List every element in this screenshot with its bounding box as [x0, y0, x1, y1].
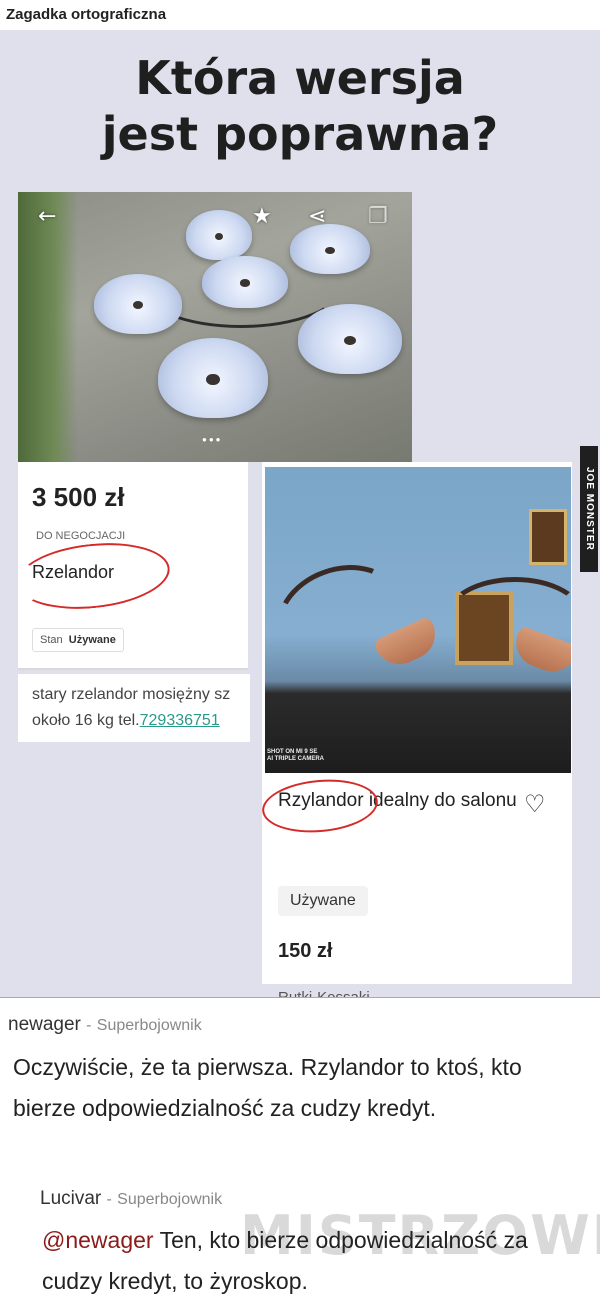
desc-line2-prefix: około 16 kg tel. [32, 712, 140, 729]
meme-title-line1: Która wersja [135, 51, 465, 105]
listing1-description: stary rzelandor mosiężny sz około 16 kg … [18, 674, 250, 742]
comment-rank: Superbojownik [96, 1017, 202, 1034]
comment-rank-separator: - [86, 1017, 92, 1034]
comment-author-line: newager - Superbojownik [8, 1014, 202, 1036]
share-icon[interactable]: ⋖ [308, 204, 326, 229]
section-title: Zagadka ortograficzna [6, 6, 167, 23]
divider [0, 997, 600, 998]
meme-title-line2: jest poprawna? [101, 107, 499, 161]
comment-author[interactable]: Lucivar [40, 1188, 101, 1209]
lamp-shade [298, 304, 402, 374]
listing2-price: 150 zł [278, 940, 333, 962]
camera-watermark: SHOT ON MI 9 SE AI TRIPLE CAMERA [267, 749, 324, 763]
lamp-shade [202, 256, 288, 308]
phone-link[interactable]: 729336751 [140, 712, 220, 729]
comment-rank-separator: - [106, 1191, 112, 1208]
comment-text: Oczywiście, że ta pierwsza. Rzylandor to… [13, 1054, 522, 1121]
listing1-card: 3 500 zł DO NEGOCJACJI Rzelandor Stan Uż… [13, 462, 248, 670]
listing1-photo: ← ★ ⋖ ❐ ●●● [18, 192, 412, 462]
comment-author-line: Lucivar - Superbojownik [40, 1188, 222, 1210]
joe-monster-watermark: JOE MONSTER [580, 446, 598, 572]
negotiation-label: DO NEGOCJACJI [36, 530, 126, 542]
wall-icon-frame [529, 509, 567, 565]
back-arrow-icon[interactable]: ← [38, 204, 56, 229]
lamp-shade [290, 224, 370, 274]
comment-mention[interactable]: @newager [42, 1227, 154, 1253]
state-label: Stan [40, 634, 63, 646]
listing2-photo: SHOT ON MI 9 SE AI TRIPLE CAMERA [265, 467, 571, 773]
camera-line2: AI TRIPLE CAMERA [267, 756, 324, 762]
red-annotation-circle [259, 775, 381, 837]
red-annotation-circle [13, 536, 173, 616]
comment-text: @newager Ten, kto bierze odpowiedzialnoś… [42, 1220, 592, 1302]
gallery-dots: ●●● [202, 435, 223, 444]
camera-line1: SHOT ON MI 9 SE [267, 749, 318, 755]
listing2-card: SHOT ON MI 9 SE AI TRIPLE CAMERA Rzyland… [259, 462, 572, 997]
state-value: Używane [68, 634, 116, 646]
lamp-arm [265, 547, 419, 687]
listing1-price: 3 500 zł [32, 482, 125, 512]
listing2-state: Używane [278, 886, 368, 916]
lamp-shade [94, 274, 182, 334]
star-icon[interactable]: ★ [252, 204, 272, 229]
listing2-location: Rutki-Kossaki [278, 989, 370, 997]
desc-line1: stary rzelandor mosiężny sz [32, 686, 231, 703]
meme-image: Która wersja jest poprawna? ← ★ ⋖ ❐ ●●● … [0, 30, 600, 997]
desc-line2: około 16 kg tel.729336751 [32, 708, 250, 734]
state-badge: Stan Używane [32, 628, 124, 652]
comment-author[interactable]: newager [8, 1014, 81, 1035]
comment-rank: Superbojownik [117, 1191, 223, 1208]
heart-icon[interactable]: ♡ [524, 790, 546, 818]
grass-area [18, 192, 78, 462]
lamp-shade [158, 338, 268, 418]
copy-icon[interactable]: ❐ [368, 204, 388, 229]
lamp-shade [186, 210, 252, 260]
meme-title: Która wersja jest poprawna? [0, 50, 600, 162]
